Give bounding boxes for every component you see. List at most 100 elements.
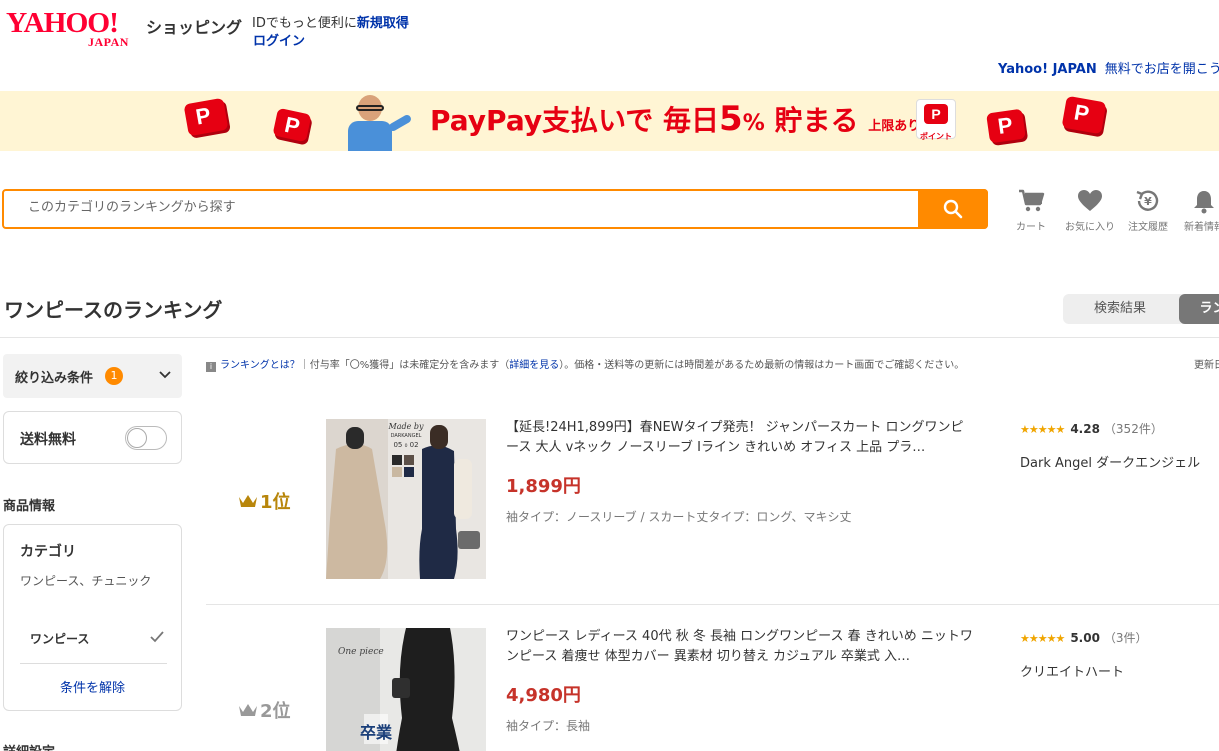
toggle-knob	[127, 428, 147, 448]
free-shipping-label: 送料無料	[20, 432, 76, 448]
search-icon	[943, 199, 963, 219]
category-filter: カテゴリ ワンピース、チュニック ワンピース 条件を解除	[3, 524, 182, 711]
thumb-one-piece: One piece	[338, 647, 384, 657]
svg-text:¥: ¥	[1144, 195, 1152, 208]
crown-icon	[239, 495, 257, 507]
ranking-about-link[interactable]: ランキングとは？	[220, 360, 300, 371]
yahoo-japan-logo[interactable]: YAHOO! JAPAN	[6, 8, 142, 50]
store-name[interactable]: クリエイトハート	[1020, 661, 1124, 680]
divider	[0, 337, 1219, 338]
rank-label: 1位	[238, 488, 291, 514]
rating-score: 4.28	[1070, 422, 1100, 436]
banner-number: 5	[719, 99, 743, 139]
point-label: ポイント	[920, 132, 952, 141]
tab-search-results[interactable]: 検索結果	[1063, 294, 1177, 324]
login-link[interactable]: ログイン	[253, 30, 305, 49]
logo-japan-text: JAPAN	[88, 35, 129, 49]
category-selected[interactable]: ワンピース	[30, 630, 89, 647]
order-history-label: 注文履歴	[1128, 222, 1168, 233]
update-time-label: 更新日時	[1194, 360, 1219, 371]
signup-link[interactable]: 新規取得	[357, 16, 409, 31]
check-icon	[150, 631, 164, 643]
banner-limit: 上限あり	[868, 119, 921, 134]
clear-condition-link[interactable]: 条件を解除	[4, 677, 181, 696]
review-count: （352件）	[1103, 422, 1163, 436]
rating-score: 5.00	[1070, 631, 1100, 645]
store-name[interactable]: Dark Angel ダークエンジェル	[1020, 452, 1200, 471]
free-shipping-filter: 送料無料	[3, 411, 182, 464]
product-image[interactable]: Made by DARKANGEL 05 ₀ 02	[326, 419, 486, 579]
product-photo: Made by DARKANGEL 05 ₀ 02	[326, 419, 486, 579]
product-photo: One piece 卒業	[326, 628, 486, 751]
review-count: （3件）	[1103, 631, 1148, 645]
paypay-icon	[183, 97, 229, 137]
star-rating-icon: ★★★★★	[1020, 632, 1065, 645]
product-info-heading: 商品情報	[3, 499, 56, 514]
yahoo-japan-link[interactable]: Yahoo! JAPAN	[998, 62, 1097, 77]
search-box	[2, 189, 988, 229]
product-title[interactable]: 【延長!24H1,899円】春NEWタイプ発売！ ジャンパースカート ロングワン…	[506, 418, 976, 458]
free-shipping-toggle[interactable]	[125, 426, 167, 450]
ranking-item[interactable]: 2位 One piece 卒業 ワンピース レディース 40代 秋 冬 長袖 ロ…	[206, 627, 1219, 751]
product-title[interactable]: ワンピース レディース 40代 秋 冬 長袖 ロングワンピース 春 きれいめ ニ…	[506, 627, 976, 667]
chevron-down-icon	[159, 371, 171, 379]
cart-icon	[1019, 189, 1045, 212]
paypay-point-badge: P ポイント	[916, 99, 956, 141]
ranking-notice: i ランキングとは？｜付与率「〇%獲得」は未確定分を含みます（詳細を見る）。価格・…	[206, 356, 964, 372]
shopping-title[interactable]: ショッピング	[146, 14, 242, 38]
search-button[interactable]	[918, 189, 988, 229]
category-parent-link[interactable]: ワンピース、チュニック	[20, 573, 170, 590]
banner-percent: %	[742, 111, 765, 136]
crown-icon	[239, 704, 257, 716]
cart-button[interactable]: カート	[1003, 188, 1059, 233]
paypay-icon	[272, 107, 312, 143]
view-tabs: 検索結果 ランキング	[1063, 294, 1219, 346]
order-history-button[interactable]: ¥ 注文履歴	[1120, 188, 1176, 233]
category-heading: カテゴリ	[20, 544, 76, 560]
heart-icon	[1078, 190, 1102, 211]
rank-label: 2位	[238, 697, 291, 723]
product-price: 4,980円	[506, 685, 581, 706]
cart-label: カート	[1016, 222, 1046, 233]
notifications-button[interactable]: 新着情報	[1176, 188, 1219, 233]
filter-count-badge: 1	[105, 367, 123, 385]
notice-text-1: ｜付与率「〇%獲得」は未確定分を含みます（	[299, 360, 510, 371]
bell-icon	[1194, 191, 1214, 214]
logo-yahoo-text: YAHOO!	[6, 8, 119, 39]
thumb-brand: DARKANGEL	[391, 433, 422, 439]
banner-headline: PayPay支払いで 毎日5% 貯まる 上限あり	[430, 99, 920, 139]
open-store-link[interactable]: 無料でお店を開こう	[1105, 62, 1219, 77]
paypay-icon	[1061, 95, 1107, 135]
product-rating[interactable]: ★★★★★ 4.28 （352件）	[1020, 420, 1163, 437]
divider	[206, 604, 1219, 605]
product-image[interactable]: One piece 卒業	[326, 628, 486, 751]
order-history-icon: ¥	[1136, 190, 1159, 211]
product-attributes: 袖タイプ：ノースリーブ / スカート丈タイプ：ロング、マキシ丈	[506, 510, 852, 524]
paypay-banner[interactable]: PayPay支払いで 毎日5% 貯まる 上限あり P ポイント	[0, 91, 1219, 151]
id-promo-text: IDでもっと便利に	[252, 16, 357, 31]
id-promo: IDでもっと便利に新規取得	[252, 12, 409, 31]
ranking-item[interactable]: 1位 Made by DARKANGEL 05 ₀ 02 【延長!24H1,89…	[206, 418, 1219, 604]
thumb-made-by: Made by	[388, 422, 424, 431]
product-attributes: 袖タイプ：長袖	[506, 719, 591, 733]
notifications-label: 新着情報	[1184, 222, 1219, 233]
filter-conditions-toggle[interactable]: 絞り込み条件 1	[3, 354, 182, 398]
mascot-illustration	[340, 93, 413, 151]
search-input[interactable]	[28, 200, 908, 215]
banner-text-end: 貯まる	[764, 104, 859, 137]
details-link[interactable]: 詳細を見る	[509, 360, 559, 371]
notice-text-2: ）。価格・送料等の更新には時間差があるため最新の情報はカート画面でご確認ください…	[559, 360, 965, 371]
product-price: 1,899円	[506, 476, 581, 497]
tab-ranking[interactable]: ランキング	[1179, 294, 1219, 346]
rank-number: 2位	[260, 701, 291, 722]
favorites-label: お気に入り	[1065, 222, 1115, 233]
favorites-button[interactable]: お気に入り	[1062, 188, 1118, 233]
detail-settings-heading: 詳細設定	[3, 741, 55, 751]
product-rating[interactable]: ★★★★★ 5.00 （3件）	[1020, 629, 1148, 646]
page-title: ワンピースのランキング	[4, 298, 223, 322]
top-links: Yahoo! JAPAN 無料でお店を開こう	[998, 58, 1219, 77]
paypay-icon	[986, 108, 1026, 144]
divider	[20, 663, 167, 664]
rank-number: 1位	[260, 492, 291, 513]
thumb-date: 05 ₀ 02	[393, 441, 418, 449]
